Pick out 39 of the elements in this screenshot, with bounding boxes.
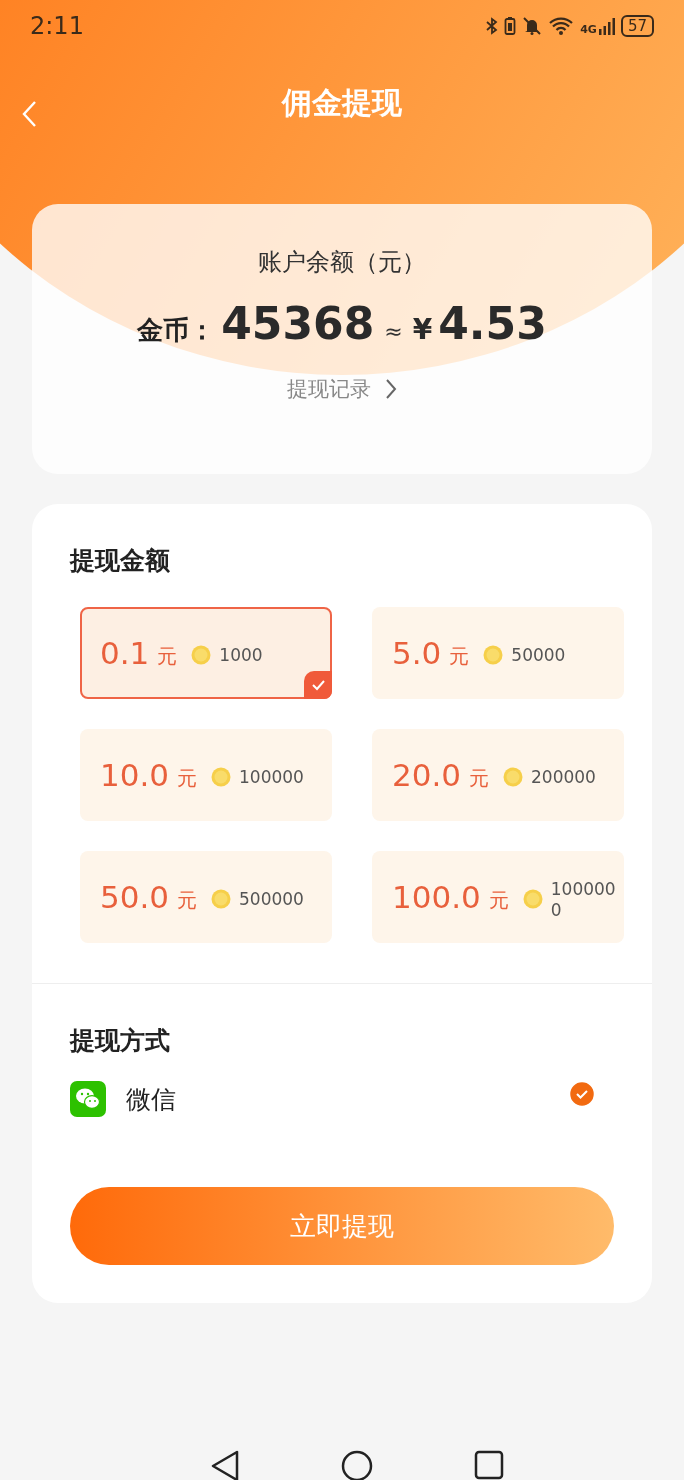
amount-option[interactable]: 0.1 元 1000 <box>80 607 332 699</box>
currency-sign: ¥ <box>412 313 433 346</box>
page-title: 佣金提现 <box>282 83 402 122</box>
coin-cost: 100000 <box>239 767 304 789</box>
payment-method-name: 微信 <box>126 1083 177 1116</box>
section-title: 提现方式 <box>70 1025 171 1057</box>
amount-option[interactable]: 20.0 元 200000 <box>372 729 624 821</box>
coin-label: 金币： <box>137 314 216 347</box>
amount-unit: 元 <box>177 886 198 914</box>
balance-label: 账户余额（元） <box>258 247 426 278</box>
status-time: 2:11 <box>30 12 84 40</box>
amount-unit: 元 <box>449 642 470 670</box>
amount-unit: 元 <box>177 764 198 792</box>
amount-unit: 元 <box>157 642 178 670</box>
amount-option[interactable]: 10.0 元 100000 <box>80 729 332 821</box>
amount-unit: 元 <box>488 886 509 914</box>
amount-unit: 元 <box>469 764 490 792</box>
coin-cost: 50000 <box>511 645 566 667</box>
amount-option[interactable]: 50.0 元 500000 <box>80 851 332 943</box>
approx-sign: ≈ <box>384 319 403 344</box>
amount-option[interactable]: 100.0 元 1000000 <box>372 851 624 943</box>
coin-cost: 1000000 <box>550 878 617 922</box>
section-title: 提现金额 <box>70 545 171 577</box>
payment-method-option[interactable]: 微信 <box>70 1081 614 1117</box>
battery-level: 57 <box>620 15 654 37</box>
withdraw-history-link[interactable]: 提现记录 <box>287 375 397 403</box>
coin-cost: 1000 <box>219 645 263 667</box>
amount-value: 100.0 <box>392 879 481 915</box>
network-type: 4G <box>580 23 597 36</box>
coin-cost: 500000 <box>239 889 304 911</box>
amount-value: 10.0 <box>100 757 170 793</box>
amount-value: 50.0 <box>100 879 170 915</box>
amount-value: 20.0 <box>392 757 462 793</box>
amount-value: 0.1 <box>100 635 150 671</box>
cash-balance: 4.53 <box>438 298 547 349</box>
amount-option[interactable]: 5.0 元 50000 <box>372 607 624 699</box>
coin-balance: 45368 <box>221 298 375 349</box>
coin-cost: 200000 <box>531 767 596 789</box>
amount-value: 5.0 <box>392 635 442 671</box>
